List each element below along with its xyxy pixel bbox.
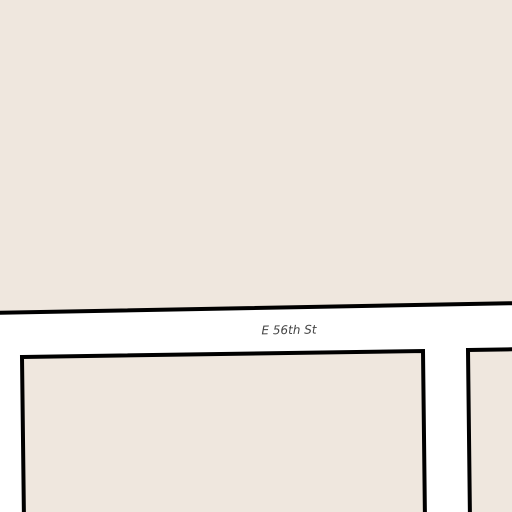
map-tiles: E 56th St xyxy=(0,0,512,512)
city-block-north xyxy=(0,0,512,315)
city-block-southeast xyxy=(465,347,512,512)
map-canvas[interactable]: E 56th St xyxy=(0,0,512,512)
city-block-southwest xyxy=(19,348,427,512)
street-label-e-56th-st: E 56th St xyxy=(261,323,318,338)
